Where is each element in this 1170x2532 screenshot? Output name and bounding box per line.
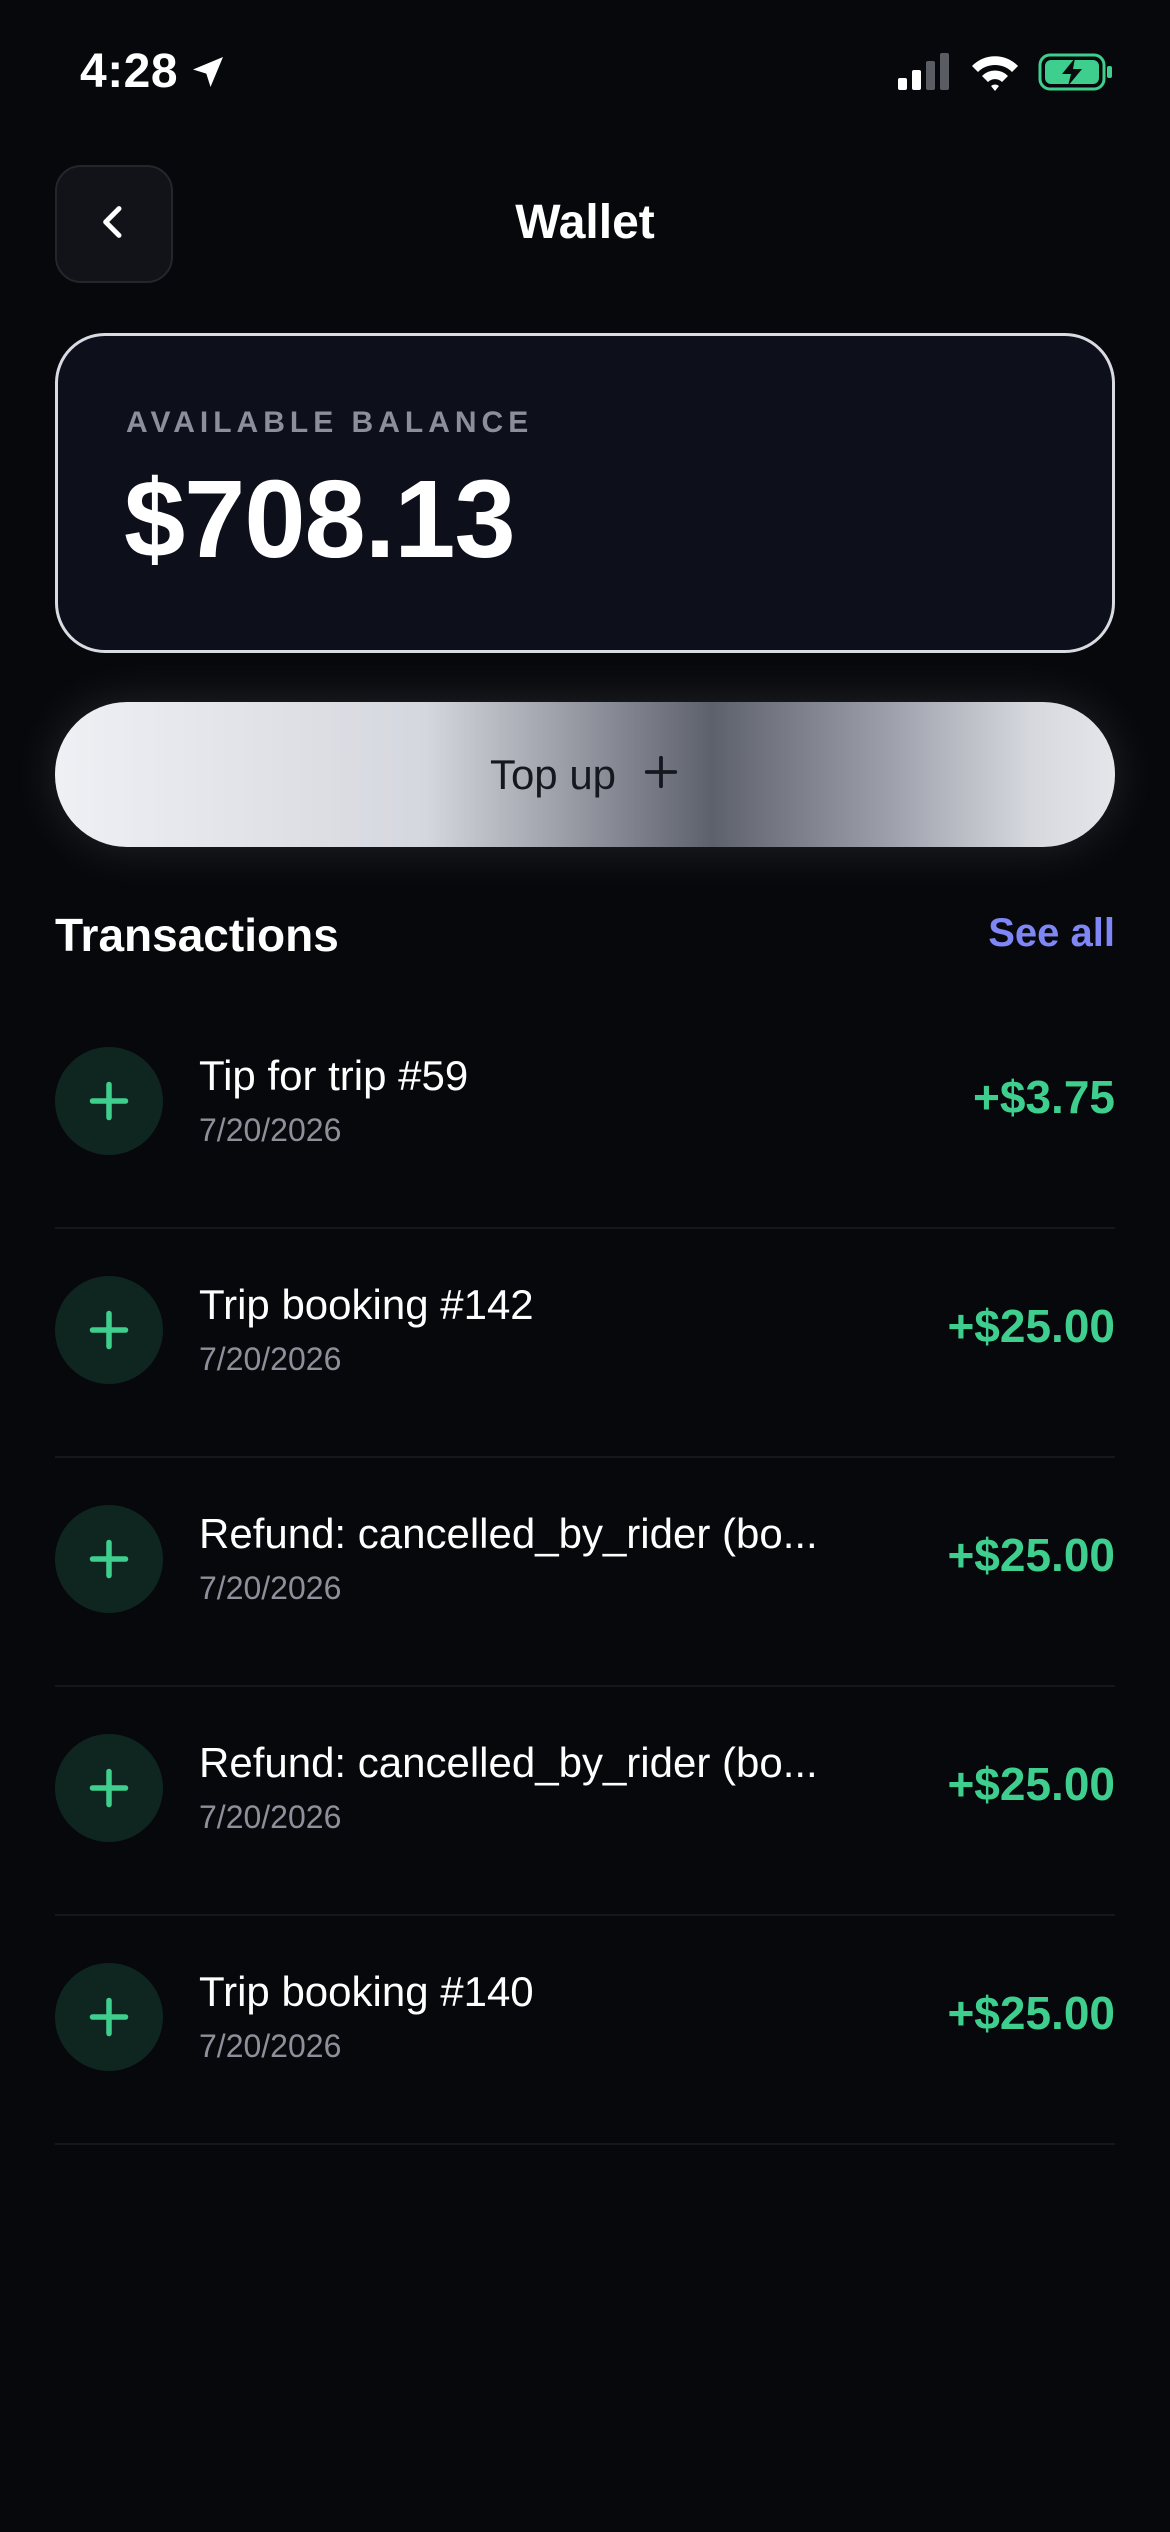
transaction-amount: +$25.00 bbox=[947, 1300, 1115, 1352]
transactions-title: Transactions bbox=[55, 909, 339, 961]
balance-card: AVAILABLE BALANCE $708.13 bbox=[55, 333, 1115, 653]
plus-icon bbox=[55, 1505, 163, 1613]
top-up-label: Top up bbox=[489, 750, 617, 798]
wallet-screen: 4:28 Wallet AVAILABLE BALANCE $708.13 To… bbox=[0, 0, 1170, 2532]
balance-amount: $708.13 bbox=[124, 458, 516, 581]
transaction-date: 7/20/2026 bbox=[199, 1112, 342, 1148]
location-arrow-icon bbox=[188, 52, 228, 92]
status-time-group: 4:28 bbox=[80, 44, 228, 99]
transaction-date: 7/20/2026 bbox=[199, 1341, 342, 1377]
wifi-icon bbox=[968, 52, 1022, 97]
plus-icon bbox=[642, 753, 680, 796]
status-icons bbox=[896, 52, 1114, 97]
top-up-button[interactable]: Top up bbox=[55, 702, 1115, 847]
battery-charging-icon bbox=[1038, 52, 1114, 97]
transaction-name: Refund: cancelled_by_rider (bo... bbox=[199, 1510, 818, 1557]
transaction-amount: +$25.00 bbox=[947, 1529, 1115, 1581]
transaction-row[interactable]: Trip booking #142 7/20/2026 +$25.00 bbox=[55, 1229, 1115, 1458]
transaction-name: Refund: cancelled_by_rider (bo... bbox=[199, 1739, 818, 1786]
transaction-name: Trip booking #140 bbox=[199, 1968, 534, 2015]
transaction-date: 7/20/2026 bbox=[199, 1799, 342, 1835]
transaction-date: 7/20/2026 bbox=[199, 1570, 342, 1606]
see-all-link[interactable]: See all bbox=[988, 911, 1115, 956]
transaction-name: Tip for trip #59 bbox=[199, 1052, 469, 1099]
transactions-header: Transactions See all bbox=[55, 905, 1115, 965]
plus-icon bbox=[55, 1047, 163, 1155]
transaction-amount: +$25.00 bbox=[947, 1758, 1115, 1810]
transaction-amount: +$25.00 bbox=[947, 1987, 1115, 2039]
transaction-row[interactable]: Tip for trip #59 7/20/2026 +$3.75 bbox=[55, 1000, 1115, 1229]
transaction-amount: +$3.75 bbox=[973, 1071, 1115, 1123]
cellular-signal-icon bbox=[896, 52, 952, 97]
plus-icon bbox=[55, 1276, 163, 1384]
page-title: Wallet bbox=[515, 196, 655, 249]
transaction-date: 7/20/2026 bbox=[199, 2028, 342, 2064]
status-time: 4:28 bbox=[80, 45, 179, 98]
balance-label: AVAILABLE BALANCE bbox=[126, 406, 534, 439]
transaction-row[interactable]: Trip booking #140 7/20/2026 +$25.00 bbox=[55, 1916, 1115, 2145]
plus-icon bbox=[55, 1963, 163, 2071]
transactions-list: Tip for trip #59 7/20/2026 +$3.75 Trip b… bbox=[55, 1000, 1115, 2145]
status-bar: 4:28 bbox=[0, 0, 1170, 150]
transaction-row[interactable]: Refund: cancelled_by_rider (bo... 7/20/2… bbox=[55, 1687, 1115, 1916]
transaction-name: Trip booking #142 bbox=[199, 1281, 534, 1328]
plus-icon bbox=[55, 1734, 163, 1842]
transaction-row[interactable]: Refund: cancelled_by_rider (bo... 7/20/2… bbox=[55, 1458, 1115, 1687]
